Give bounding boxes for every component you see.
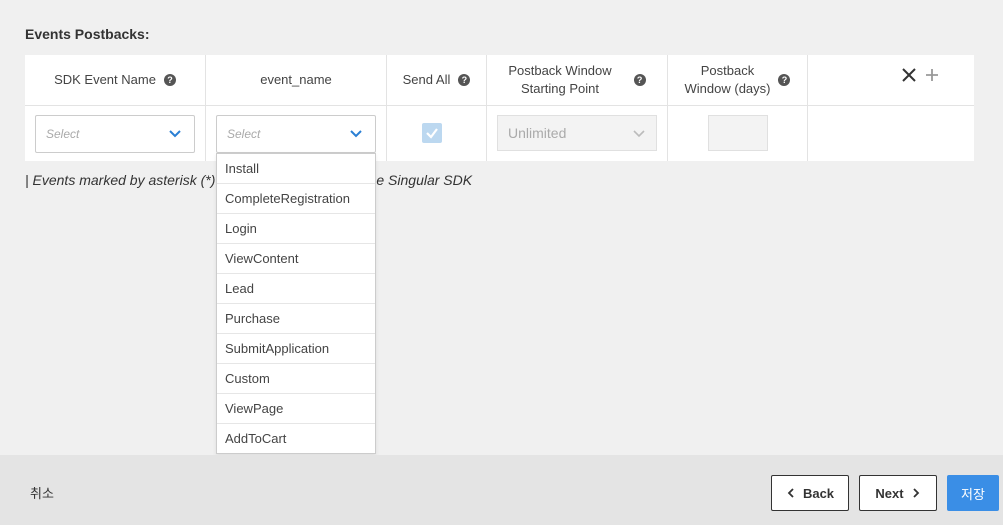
- select-placeholder: Select: [46, 127, 80, 141]
- postback-window-start-select: Unlimited: [497, 115, 657, 151]
- header-label: Postback Window (days): [685, 62, 771, 98]
- dropdown-option[interactable]: Custom: [217, 364, 375, 394]
- button-label: Back: [802, 485, 835, 501]
- check-icon: [426, 128, 438, 139]
- chevron-right-icon: [912, 488, 919, 498]
- chevron-left-icon: [787, 488, 794, 498]
- event-name-dropdown: Install CompleteRegistration Login ViewC…: [216, 153, 376, 454]
- help-icon[interactable]: ?: [458, 74, 471, 86]
- events-postbacks-table: SDK Event Name ? event_name Send All ? P…: [25, 55, 974, 161]
- dropdown-option[interactable]: ViewPage: [217, 394, 375, 424]
- dropdown-option[interactable]: SubmitApplication: [217, 334, 375, 364]
- dropdown-option[interactable]: AddToCart: [217, 424, 375, 454]
- chevron-down-icon: [350, 130, 362, 138]
- header-label: SDK Event Name: [54, 72, 156, 87]
- select-value: Unlimited: [508, 125, 567, 141]
- section-title: Events Postbacks:: [25, 26, 150, 42]
- cell-sdk-event-name: Select: [25, 106, 206, 161]
- header-label-line1: Postback Window: [508, 63, 612, 78]
- dropdown-option[interactable]: Install: [217, 154, 375, 184]
- footer-bar: 취소 Back Next 저장: [0, 455, 1003, 525]
- header-label: Postback Window Starting Point: [508, 62, 611, 98]
- back-button[interactable]: Back: [771, 475, 849, 511]
- header-label-line2: Starting Point: [520, 81, 600, 96]
- cancel-link[interactable]: 취소: [30, 483, 54, 502]
- dropdown-option[interactable]: Lead: [217, 274, 375, 304]
- cell-send-all: [387, 106, 487, 161]
- main-content: Events Postbacks: SDK Event Name ? event…: [0, 0, 1003, 455]
- header-event-name: event_name: [206, 55, 387, 105]
- chevron-down-icon: [633, 130, 645, 138]
- send-all-checkbox[interactable]: [422, 123, 442, 143]
- sdk-event-name-select[interactable]: Select: [35, 115, 195, 153]
- header-postback-window-start: Postback Window Starting Point ?: [487, 55, 668, 105]
- dropdown-option[interactable]: Purchase: [217, 304, 375, 334]
- help-icon[interactable]: ?: [778, 74, 791, 86]
- cell-postback-window-start: Unlimited: [487, 106, 668, 161]
- postback-window-days-input: [708, 115, 768, 151]
- header-postback-window-days: Postback Window (days) ?: [668, 55, 808, 105]
- remove-row-icon[interactable]: [901, 67, 917, 83]
- help-icon[interactable]: ?: [163, 74, 176, 86]
- header-label-line1: Postback: [700, 63, 755, 78]
- dropdown-option[interactable]: ViewContent: [217, 244, 375, 274]
- dropdown-option[interactable]: Login: [217, 214, 375, 244]
- save-button[interactable]: 저장: [947, 475, 999, 511]
- help-icon[interactable]: ?: [633, 74, 646, 86]
- select-placeholder: Select: [227, 127, 261, 141]
- header-label-line2: Window (days): [684, 81, 771, 96]
- chevron-down-icon: [169, 130, 181, 138]
- event-name-select[interactable]: Select: [216, 115, 376, 153]
- cell-postback-window-days: [668, 106, 808, 161]
- header-send-all: Send All ?: [387, 55, 487, 105]
- button-label: Next: [875, 485, 904, 501]
- next-button[interactable]: Next: [859, 475, 937, 511]
- header-label: event_name: [260, 72, 332, 87]
- add-row-icon[interactable]: [925, 68, 939, 82]
- note-text: | Events marked by asterisk (*): [25, 172, 216, 188]
- note-text-tail: e Singular SDK: [376, 172, 473, 188]
- dropdown-option[interactable]: CompleteRegistration: [217, 184, 375, 214]
- header-label: Send All: [402, 72, 451, 87]
- header-sdk-event-name: SDK Event Name ?: [25, 55, 206, 105]
